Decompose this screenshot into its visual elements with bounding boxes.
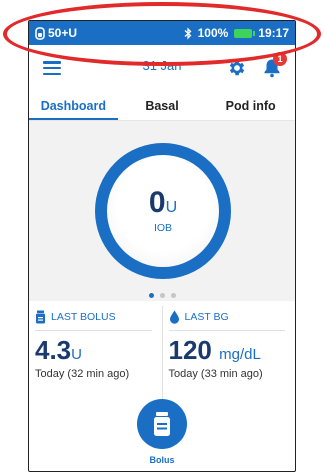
battery-icon [234,28,256,38]
bolus-button[interactable] [137,399,187,449]
blood-drop-icon [169,310,179,324]
last-bg-value: 120 [168,335,212,365]
bolus-vial-icon [154,412,170,436]
tab-dashboard[interactable]: Dashboard [29,93,118,120]
gear-icon[interactable] [227,58,247,78]
page-dot-3[interactable] [170,293,176,298]
header-icons: 1 [227,52,287,78]
last-bg-header: LAST BG [168,310,285,331]
tab-basal[interactable]: Basal [118,93,207,120]
last-bg-time: Today (33 min ago) [168,368,263,380]
last-bolus-title: LAST BOLUS [51,311,116,323]
app-header: 31 Jan 1 [29,45,295,91]
last-bolus-value: 4.3 [35,335,72,365]
last-bg-card: LAST BG 120 mg/dL Today (33 min ago) [161,306,296,401]
phone-screen: 50+U 100% 19:17 31 Jan 1 Dashboard Basal… [28,20,296,472]
bolus-vial-icon [36,310,45,324]
bluetooth-icon [184,26,192,40]
pod-icon [35,26,45,40]
page-dot-2[interactable] [159,293,165,298]
menu-icon[interactable] [43,61,61,75]
last-bolus-unit: U [71,346,82,363]
iob-value: 0 [148,186,166,219]
bell-icon[interactable]: 1 [263,52,287,78]
iob-unit: U [165,199,178,216]
pod-status-label: 50+U [48,26,78,40]
status-right: 100% 19:17 [184,26,289,40]
page-indicator [29,293,295,298]
status-bar: 50+U 100% 19:17 [29,21,295,45]
notification-badge: 1 [273,52,287,66]
tab-pod-info[interactable]: Pod info [206,93,295,120]
last-bolus-value-line: 4.3U [35,335,162,366]
clock-time: 19:17 [258,26,289,40]
iob-gauge: 0U IOB [95,143,231,279]
tab-bar: Dashboard Basal Pod info [29,93,295,121]
status-left: 50+U [35,26,77,40]
last-bg-title: LAST BG [184,311,229,323]
last-bolus-header: LAST BOLUS [35,310,152,331]
last-bg-value-line: 120 mg/dL [169,335,296,366]
battery-percent: 100% [197,26,229,40]
last-bolus-card: LAST BOLUS 4.3U Today (32 min ago) [29,306,162,401]
iob-label: IOB [153,222,173,234]
last-bolus-time: Today (32 min ago) [35,368,130,380]
last-bg-unit: mg/dL [219,346,261,363]
stats-row: LAST BOLUS 4.3U Today (32 min ago) LAST … [29,306,295,401]
bolus-button-label: Bolus [149,455,175,465]
dashboard-panel: 0U IOB [29,121,295,301]
page-dot-1[interactable] [148,293,154,298]
iob-value-line: 0U [149,188,177,218]
